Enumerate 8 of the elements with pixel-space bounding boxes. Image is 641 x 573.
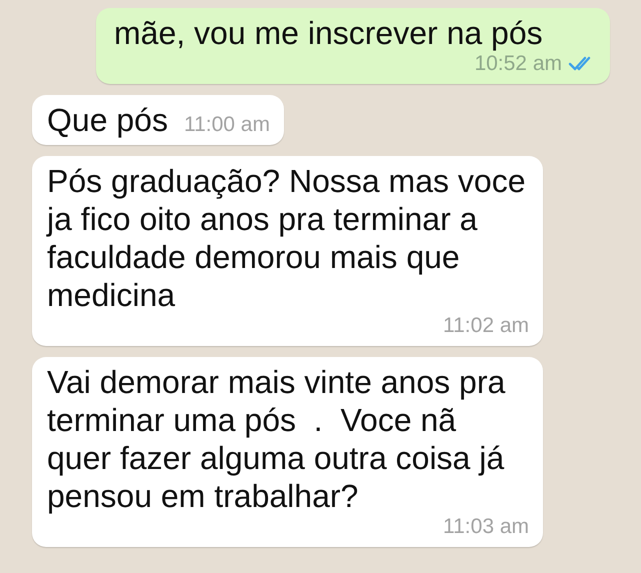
message-time: 11:03 am — [443, 515, 529, 539]
message-text: Que pós — [47, 101, 168, 139]
message-text: Pós graduação? Nossa mas voce ja fico oito anos pra terminar a faculdade demorou mais que medicina — [47, 162, 526, 314]
message-text: mãe, vou me inscrever na pós — [114, 14, 543, 52]
message-time: 11:00 am — [184, 113, 270, 137]
message-text: Vai demorar mais vinte anos pra terminar uma pós . Voce nã quer fazer alguma outra coisa já pensou em trabalhar? — [47, 363, 506, 515]
message-time: 11:02 am — [443, 314, 529, 338]
message-time: 10:52 am — [474, 52, 562, 76]
